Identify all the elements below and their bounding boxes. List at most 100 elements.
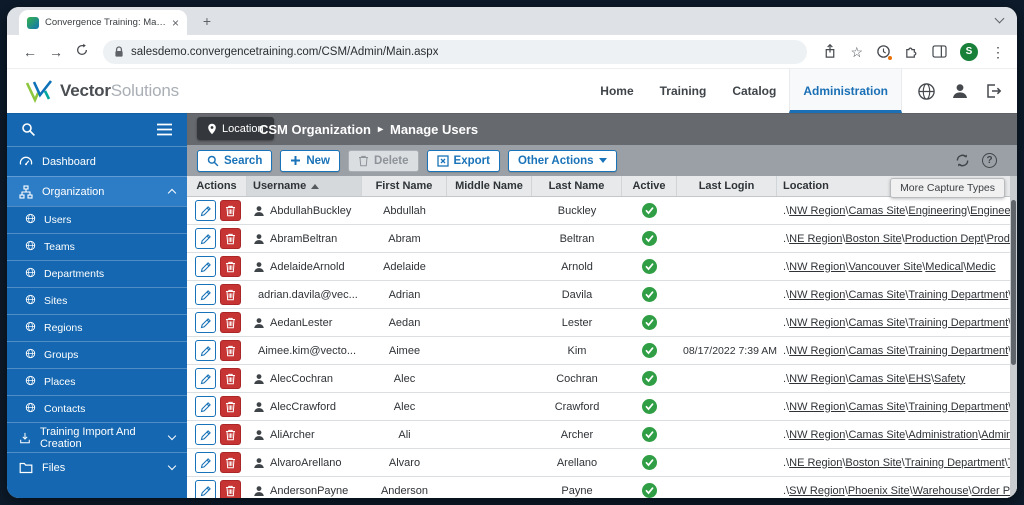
location-link[interactable]: EHS (908, 373, 931, 385)
location-link[interactable]: Camas Site (848, 289, 905, 301)
breadcrumb-root[interactable]: CSM Organization (259, 122, 371, 137)
location-link[interactable]: NW Region (789, 261, 845, 273)
nav-catalog[interactable]: Catalog (719, 69, 789, 113)
sidebar-menu-hamburger-icon[interactable] (156, 123, 173, 136)
location-link[interactable]: Camas Site (848, 401, 905, 413)
edit-user-button[interactable] (195, 396, 216, 417)
location-link[interactable]: Administration (908, 429, 978, 441)
reload-button[interactable] (71, 43, 93, 60)
location-link[interactable]: Training Department (908, 401, 1008, 413)
search-button[interactable]: Search (197, 150, 272, 172)
refresh-grid-icon[interactable] (955, 153, 970, 168)
edit-user-button[interactable] (195, 480, 216, 498)
column-header-middle-name[interactable]: Middle Name (447, 176, 532, 196)
sidebar-item-training-import[interactable]: Training Import And Creation (7, 422, 187, 452)
column-header-username[interactable]: Username (247, 176, 362, 196)
delete-user-button[interactable] (220, 228, 241, 249)
logout-icon[interactable] (984, 82, 1002, 100)
edit-user-button[interactable] (195, 452, 216, 473)
delete-button[interactable]: Delete (348, 150, 419, 172)
column-header-last-login[interactable]: Last Login (677, 176, 777, 196)
location-link[interactable]: Camas Site (848, 345, 905, 357)
nav-training[interactable]: Training (647, 69, 720, 113)
sync-status-icon[interactable] (876, 44, 891, 59)
nav-home[interactable]: Home (587, 69, 646, 113)
delete-user-button[interactable] (220, 312, 241, 333)
sidebar-subitem-sites[interactable]: Sites (7, 287, 187, 314)
back-button[interactable]: ← (19, 44, 41, 60)
column-header-last-name[interactable]: Last Name (532, 176, 622, 196)
browser-menu-kebab-icon[interactable]: ⋮ (991, 45, 1005, 59)
bookmark-star-icon[interactable]: ☆ (850, 45, 863, 59)
location-link[interactable]: NW Region (789, 429, 845, 441)
sidebar-subitem-teams[interactable]: Teams (7, 233, 187, 260)
location-link[interactable]: Engineering (908, 205, 967, 217)
vertical-scrollbar[interactable] (1010, 176, 1017, 498)
edit-user-button[interactable] (195, 200, 216, 221)
location-link[interactable]: Vancouver Site (848, 261, 922, 273)
language-globe-icon[interactable] (917, 82, 936, 101)
delete-user-button[interactable] (220, 256, 241, 277)
location-link[interactable]: Training Department (908, 289, 1008, 301)
delete-user-button[interactable] (220, 340, 241, 361)
edit-user-button[interactable] (195, 228, 216, 249)
profile-avatar[interactable]: S (960, 43, 978, 61)
location-link[interactable]: Production Dept (905, 233, 984, 245)
delete-user-button[interactable] (220, 424, 241, 445)
location-link[interactable]: Safety (934, 373, 965, 385)
sidebar-subitem-departments[interactable]: Departments (7, 260, 187, 287)
location-link[interactable]: Engineer (970, 205, 1014, 217)
delete-user-button[interactable] (220, 200, 241, 221)
tab-close-icon[interactable]: × (172, 17, 179, 29)
user-profile-icon[interactable] (951, 82, 969, 100)
location-link[interactable]: Medic (966, 261, 995, 273)
side-panel-icon[interactable] (932, 45, 947, 58)
location-link[interactable]: Training Department (905, 457, 1005, 469)
location-link[interactable]: Boston Site (845, 457, 901, 469)
location-link[interactable]: Phoenix Site (848, 485, 910, 497)
edit-user-button[interactable] (195, 284, 216, 305)
delete-user-button[interactable] (220, 284, 241, 305)
edit-user-button[interactable] (195, 340, 216, 361)
location-link[interactable]: NW Region (789, 289, 845, 301)
nav-administration[interactable]: Administration (789, 69, 902, 113)
help-icon[interactable]: ? (982, 153, 997, 168)
column-header-first-name[interactable]: First Name (362, 176, 447, 196)
location-link[interactable]: NW Region (789, 373, 845, 385)
delete-user-button[interactable] (220, 368, 241, 389)
export-button[interactable]: Export (427, 150, 500, 172)
new-button[interactable]: New (280, 150, 340, 172)
location-link[interactable]: Boston Site (845, 233, 901, 245)
location-link[interactable]: Camas Site (848, 205, 905, 217)
new-tab-button[interactable]: + (199, 13, 215, 29)
sidebar-subitem-contacts[interactable]: Contacts (7, 395, 187, 422)
tab-search-chevron-icon[interactable] (995, 14, 1005, 24)
location-link[interactable]: Training Department (908, 345, 1008, 357)
edit-user-button[interactable] (195, 368, 216, 389)
browser-tab[interactable]: Convergence Training: Manage Users × (19, 10, 187, 35)
edit-user-button[interactable] (195, 256, 216, 277)
vector-solutions-logo[interactable]: VectorSolutions (25, 78, 179, 104)
location-link[interactable]: NW Region (789, 401, 845, 413)
edit-user-button[interactable] (195, 424, 216, 445)
location-link[interactable]: SW Region (789, 485, 845, 497)
location-link[interactable]: Camas Site (848, 317, 905, 329)
sidebar-item-files[interactable]: Files (7, 452, 187, 482)
sidebar-search-icon[interactable] (21, 122, 36, 137)
location-link[interactable]: NE Region (789, 457, 842, 469)
sidebar-subitem-groups[interactable]: Groups (7, 341, 187, 368)
sidebar-subitem-regions[interactable]: Regions (7, 314, 187, 341)
location-link[interactable]: Camas Site (848, 373, 905, 385)
scrollbar-thumb[interactable] (1011, 200, 1016, 365)
location-link[interactable]: NW Region (789, 345, 845, 357)
sidebar-subitem-users[interactable]: Users (7, 206, 187, 233)
delete-user-button[interactable] (220, 480, 241, 498)
location-link[interactable]: NW Region (789, 317, 845, 329)
delete-user-button[interactable] (220, 452, 241, 473)
url-bar[interactable]: salesdemo.convergencetraining.com/CSM/Ad… (103, 40, 807, 64)
extensions-puzzle-icon[interactable] (904, 44, 919, 59)
share-icon[interactable] (823, 44, 837, 59)
edit-user-button[interactable] (195, 312, 216, 333)
other-actions-button[interactable]: Other Actions (508, 150, 617, 172)
sidebar-item-organization[interactable]: Organization (7, 176, 187, 206)
